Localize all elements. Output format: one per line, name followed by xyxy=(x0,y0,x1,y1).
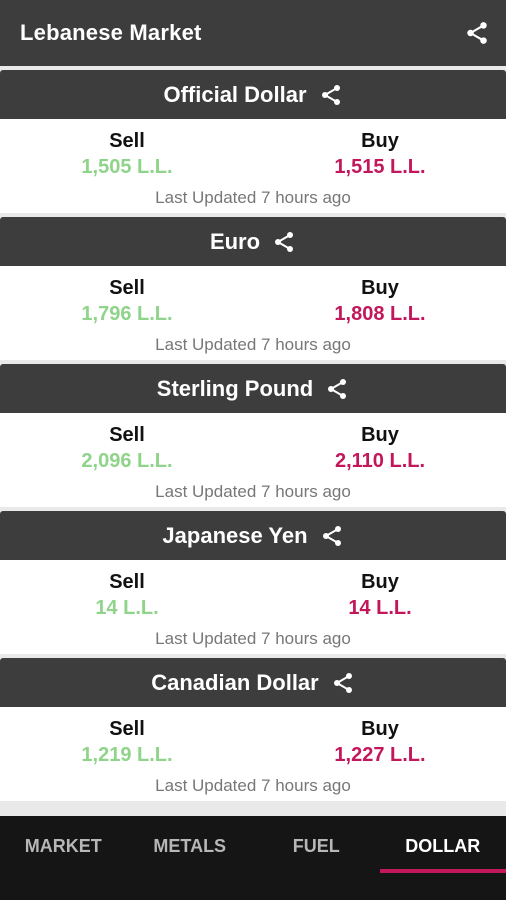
card-header: Official Dollar xyxy=(0,70,506,119)
card-title: Canadian Dollar xyxy=(151,669,319,695)
buy-label: Buy xyxy=(361,424,399,446)
rates-list[interactable]: Official Dollar Sell 1,505 L.L. Buy 1,51… xyxy=(0,70,506,812)
tab-label: MARKET xyxy=(24,836,102,856)
tab-metals[interactable]: METALS xyxy=(127,816,254,900)
buy-value: 1,808 L.L. xyxy=(334,303,426,325)
tab-label: FUEL xyxy=(292,836,340,856)
sell-value: 2,096 L.L. xyxy=(81,450,173,472)
buy-value: 1,227 L.L. xyxy=(334,744,426,766)
share-icon[interactable] xyxy=(320,524,344,548)
card-body: Sell 1,796 L.L. Buy 1,808 L.L. Last Upda… xyxy=(0,266,506,360)
app-title: Lebanese Market xyxy=(20,20,202,45)
card-header: Japanese Yen xyxy=(0,511,506,560)
card-body: Sell 1,505 L.L. Buy 1,515 L.L. Last Upda… xyxy=(0,119,506,213)
sell-column: Sell 1,219 L.L. xyxy=(27,717,227,769)
sell-label: Sell xyxy=(109,277,145,299)
sell-value: 1,505 L.L. xyxy=(81,156,173,178)
tab-dollar[interactable]: DOLLAR xyxy=(379,816,506,900)
buy-label: Buy xyxy=(361,718,399,740)
buy-column: Buy 2,110 L.L. xyxy=(280,423,480,475)
share-icon[interactable] xyxy=(331,671,355,695)
buy-value: 1,515 L.L. xyxy=(334,156,426,178)
sell-column: Sell 1,505 L.L. xyxy=(27,129,227,181)
sell-column: Sell 1,796 L.L. xyxy=(27,276,227,328)
sell-value: 14 L.L. xyxy=(95,597,159,619)
bottom-tab-bar: MARKET METALS FUEL DOLLAR xyxy=(0,816,506,900)
sell-label: Sell xyxy=(109,571,145,593)
last-updated: Last Updated 7 hours ago xyxy=(155,629,351,648)
last-updated: Last Updated 7 hours ago xyxy=(155,776,351,795)
card-title: Japanese Yen xyxy=(162,522,308,548)
card-header: Canadian Dollar xyxy=(0,658,506,707)
tab-label: METALS xyxy=(153,836,227,856)
card-title: Euro xyxy=(209,228,261,254)
share-icon[interactable] xyxy=(319,83,343,107)
buy-label: Buy xyxy=(361,130,399,152)
sell-label: Sell xyxy=(109,424,145,446)
buy-column: Buy 14 L.L. xyxy=(280,570,480,622)
sell-column: Sell 2,096 L.L. xyxy=(27,423,227,475)
buy-column: Buy 1,227 L.L. xyxy=(280,717,480,769)
card-header: Euro xyxy=(0,217,506,266)
rate-card-official-dollar: Official Dollar Sell 1,505 L.L. Buy 1,51… xyxy=(0,70,506,213)
rate-card-japanese-yen: Japanese Yen Sell 14 L.L. Buy 14 L.L. La… xyxy=(0,511,506,654)
buy-value: 2,110 L.L. xyxy=(334,450,426,472)
buy-label: Buy xyxy=(361,277,399,299)
share-icon[interactable] xyxy=(272,230,296,254)
sell-value: 1,796 L.L. xyxy=(81,303,173,325)
rate-card-canadian-dollar: Canadian Dollar Sell 1,219 L.L. Buy 1,22… xyxy=(0,658,506,801)
buy-label: Buy xyxy=(361,571,399,593)
share-icon[interactable] xyxy=(464,20,490,46)
sell-column: Sell 14 L.L. xyxy=(27,570,227,622)
card-title: Official Dollar xyxy=(163,81,307,107)
card-title: Sterling Pound xyxy=(156,375,314,401)
last-updated: Last Updated 7 hours ago xyxy=(155,335,351,354)
rate-card-sterling-pound: Sterling Pound Sell 2,096 L.L. Buy 2,110… xyxy=(0,364,506,507)
app-bar: Lebanese Market xyxy=(0,0,506,66)
share-icon[interactable] xyxy=(325,377,349,401)
tab-market[interactable]: MARKET xyxy=(0,816,127,900)
sell-value: 1,219 L.L. xyxy=(81,744,173,766)
sell-label: Sell xyxy=(109,130,145,152)
buy-column: Buy 1,808 L.L. xyxy=(280,276,480,328)
last-updated: Last Updated 7 hours ago xyxy=(155,188,351,207)
card-body: Sell 1,219 L.L. Buy 1,227 L.L. Last Upda… xyxy=(0,707,506,801)
sell-label: Sell xyxy=(109,718,145,740)
rate-card-euro: Euro Sell 1,796 L.L. Buy 1,808 L.L. Last… xyxy=(0,217,506,360)
tab-fuel[interactable]: FUEL xyxy=(253,816,380,900)
buy-column: Buy 1,515 L.L. xyxy=(280,129,480,181)
card-header: Sterling Pound xyxy=(0,364,506,413)
card-body: Sell 2,096 L.L. Buy 2,110 L.L. Last Upda… xyxy=(0,413,506,507)
card-body: Sell 14 L.L. Buy 14 L.L. Last Updated 7 … xyxy=(0,560,506,654)
tab-label: DOLLAR xyxy=(405,836,481,856)
buy-value: 14 L.L. xyxy=(348,597,412,619)
last-updated: Last Updated 7 hours ago xyxy=(155,482,351,501)
